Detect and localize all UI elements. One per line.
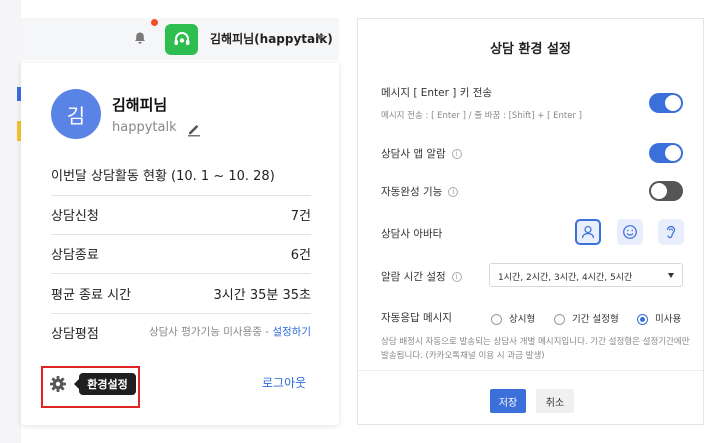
notification-badge — [151, 19, 158, 26]
stat-row-requests: 상담신청 7건 — [51, 205, 311, 227]
bell-icon[interactable] — [133, 31, 147, 45]
app-alarm-toggle[interactable] — [649, 143, 683, 163]
edit-pencil-icon[interactable] — [186, 121, 202, 137]
headset-icon[interactable] — [165, 24, 198, 55]
alarm-time-row: 알람 시간 설정 i — [381, 269, 462, 284]
logout-link[interactable]: 로그아웃 — [262, 374, 306, 391]
avatar-setting-label: 상담사 아바타 — [381, 228, 443, 240]
profile-name: 김해피님 — [112, 96, 168, 114]
enter-send-sub: 메시지 전송 : [ Enter ] / 줄 바꿈 : [Shift] + [ … — [381, 111, 582, 121]
user-menu-label[interactable]: 김해피님(happytalk) — [210, 30, 333, 47]
chevron-down-icon — [668, 273, 674, 278]
radio-always[interactable]: 상시형 — [491, 311, 535, 325]
modal-title: 상담 환경 설정 — [490, 42, 571, 57]
radio-period[interactable]: 기간 설정형 — [554, 311, 619, 325]
info-icon[interactable]: i — [448, 187, 459, 197]
toggle-knob — [665, 95, 681, 111]
autocomplete-label: 자동완성 기능 — [381, 186, 443, 198]
chevron-down-icon[interactable] — [316, 35, 324, 40]
stat-value: 7건 — [290, 209, 311, 224]
radio-label: 기간 설정형 — [572, 314, 619, 325]
stat-row-closed: 상담종료 6건 — [51, 244, 311, 266]
ear-avatar-icon[interactable] — [658, 219, 684, 245]
stat-row-rating: 상담평점 상담사 평가기능 미사용중 - 설정하기 — [51, 323, 311, 345]
save-button[interactable]: 저장 — [490, 389, 526, 413]
alarm-time-value: 1시간, 2시간, 3시간, 4시간, 5시간 — [498, 273, 633, 283]
app-alarm-row: 상담사 앱 알람 i — [381, 146, 462, 161]
rating-note-text: 상담사 평가기능 미사용중 - — [148, 326, 273, 338]
stat-value: 6건 — [290, 248, 311, 263]
background-sidebar — [0, 0, 21, 443]
radio-dot-selected — [637, 314, 648, 325]
radio-dot — [491, 314, 502, 325]
stat-row-avg-time: 평균 종료 시간 3시간 35분 35초 — [51, 284, 311, 306]
divider — [51, 313, 311, 314]
autocomplete-toggle[interactable] — [649, 181, 683, 201]
autocomplete-row: 자동완성 기능 i — [381, 184, 459, 199]
stat-label: 상담신청 — [51, 209, 99, 224]
settings-modal: 상담 환경 설정 메시지 [ Enter ] 키 전송 메시지 전송 : [ E… — [357, 18, 704, 425]
activity-period-title: 이번달 상담활동 현황 (10. 1 ~ 10. 28) — [51, 169, 275, 184]
stat-value: 3시간 35분 35초 — [213, 288, 311, 303]
alarm-time-label: 알람 시간 설정 — [381, 271, 446, 283]
stat-label: 상담평점 — [51, 327, 99, 342]
info-icon[interactable]: i — [451, 149, 462, 159]
stat-label: 상담종료 — [51, 248, 99, 263]
auto-reply-label: 자동응답 메시지 — [381, 312, 452, 324]
smile-avatar-icon[interactable] — [617, 219, 643, 245]
cancel-button[interactable]: 취소 — [536, 389, 574, 413]
app-alarm-label: 상담사 앱 알람 — [381, 148, 446, 160]
avatar: 김 — [51, 89, 101, 139]
radio-label: 상시형 — [509, 314, 536, 325]
divider — [51, 273, 311, 274]
toggle-knob — [665, 145, 681, 161]
rating-status-note: 상담사 평가기능 미사용중 - 설정하기 — [149, 324, 311, 339]
alarm-time-select[interactable]: 1시간, 2시간, 3시간, 4시간, 5시간 — [489, 263, 683, 287]
stat-label: 평균 종료 시간 — [51, 288, 132, 303]
divider — [358, 370, 703, 371]
auto-reply-description: 상담 배정시 자동으로 발송되는 상담사 개별 메시지입니다. 기간 설정형은 … — [381, 337, 690, 361]
divider — [51, 195, 311, 196]
info-icon[interactable]: i — [451, 272, 462, 282]
gear-icon[interactable] — [49, 375, 67, 393]
person-avatar-icon[interactable] — [575, 219, 601, 245]
divider — [51, 234, 311, 235]
toggle-knob — [651, 183, 667, 199]
enter-send-label: 메시지 [ Enter ] 키 전송 — [381, 87, 493, 99]
profile-dropdown-panel: 김해피님(happytalk) 김 김해피님 happytalk 이번달 상담활… — [0, 0, 350, 443]
settings-tooltip: 환경설정 — [74, 373, 136, 395]
radio-label: 미사용 — [655, 314, 682, 325]
profile-id: happytalk — [112, 120, 177, 135]
radio-unused[interactable]: 미사용 — [637, 311, 681, 325]
rating-settings-link[interactable]: 설정하기 — [272, 326, 311, 338]
radio-dot — [554, 314, 565, 325]
enter-send-toggle[interactable] — [649, 93, 683, 113]
